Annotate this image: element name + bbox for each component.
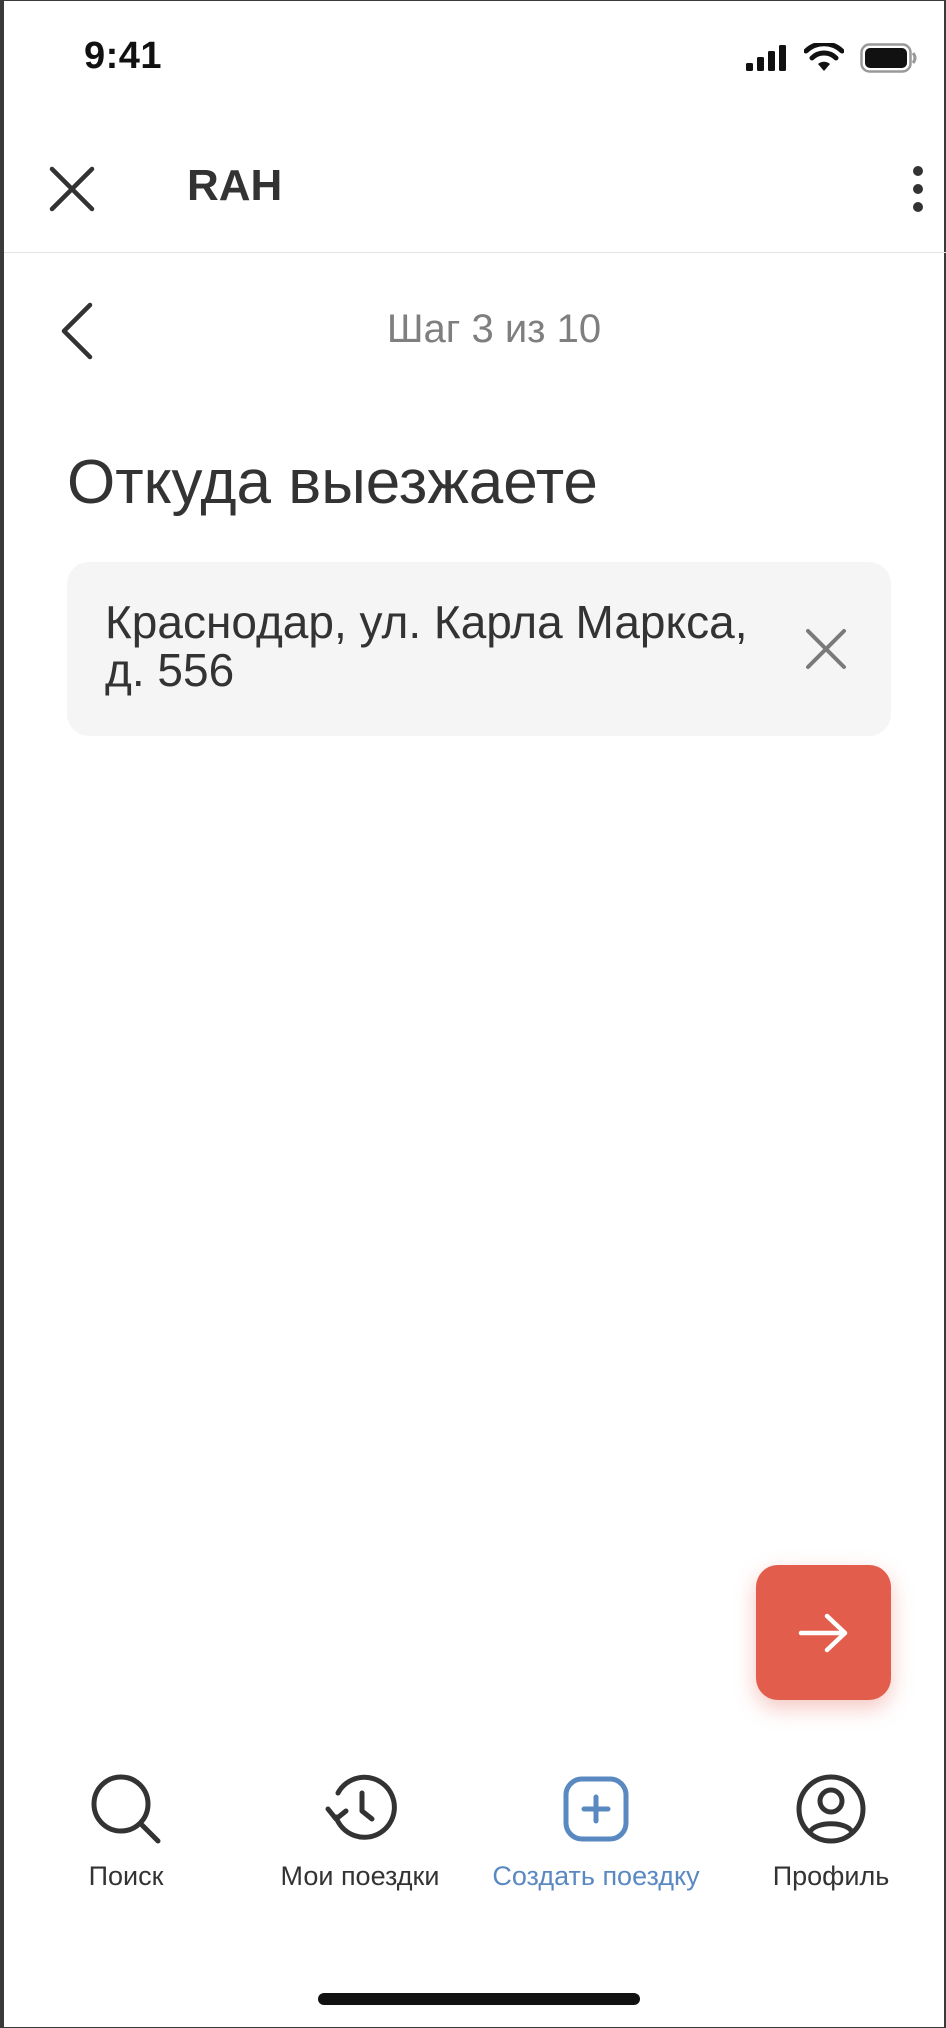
tab-my-trips[interactable]: Мои поездки [245,1771,475,1921]
add-square-icon [563,1776,629,1842]
profile-icon [796,1774,866,1844]
address-value[interactable]: Краснодар, ул. Карла Маркса, д. 556 [105,598,765,694]
tab-create-trip[interactable]: Создать поездку [481,1771,711,1921]
bottom-tab-bar: Поиск Мои поездки Создать поездку Профил… [4,1771,946,1921]
tab-label: Создать поездку [492,1861,700,1891]
history-icon [325,1774,397,1840]
more-menu-button[interactable] [890,161,930,217]
tab-label: Мои поездки [280,1861,440,1891]
arrow-right-icon [798,1613,847,1652]
cellular-signal-icon [746,45,786,71]
departure-address-field[interactable]: Краснодар, ул. Карла Маркса, д. 556 [67,562,891,736]
more-vertical-icon [913,166,923,212]
phone-screen: 9:41 RAH Шаг 3 из 10 Откуда выезжаете Кр… [0,0,946,2028]
close-icon [49,166,95,212]
step-row: Шаг 3 из 10 [4,271,946,391]
tab-profile[interactable]: Профиль [716,1771,946,1921]
clear-address-button[interactable] [801,624,851,674]
home-indicator [318,1993,640,2005]
tab-label: Профиль [772,1861,890,1891]
tab-search[interactable]: Поиск [11,1771,241,1921]
status-bar: 9:41 [4,1,946,111]
battery-icon [860,43,917,73]
app-title: RAH [187,161,283,210]
status-icons [744,43,918,73]
page-title: Откуда выезжаете [67,448,598,517]
clear-icon [806,629,846,669]
close-button[interactable] [44,161,100,217]
step-indicator: Шаг 3 из 10 [386,307,602,351]
tab-label: Поиск [88,1861,164,1891]
status-time: 9:41 [84,35,163,77]
next-button[interactable] [756,1565,891,1700]
app-header: RAH [4,111,946,253]
wifi-icon [804,43,844,71]
search-icon [91,1774,161,1844]
